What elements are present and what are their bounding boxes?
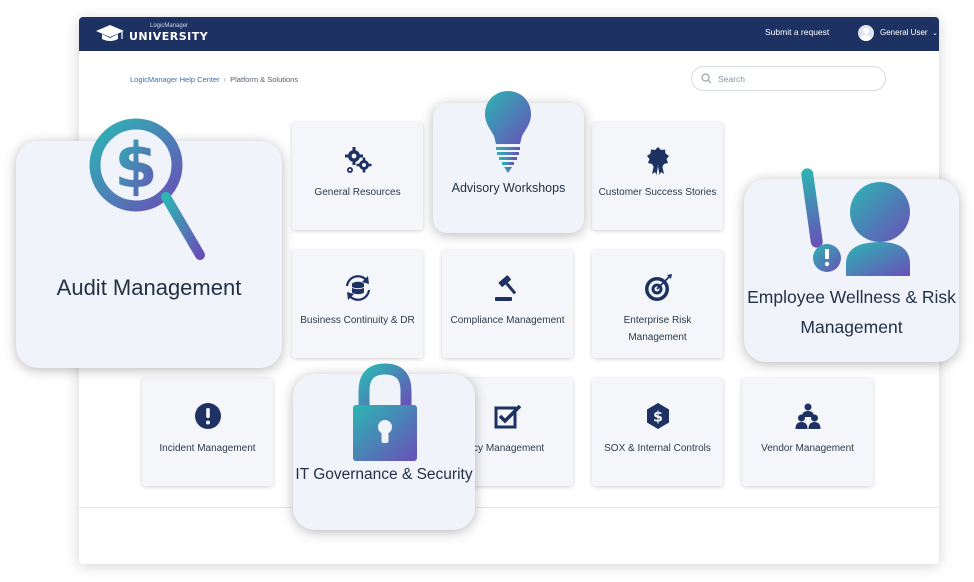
logo[interactable]: LogicManager UNIVERSITY xyxy=(95,22,209,46)
submit-request-link[interactable]: Submit a request xyxy=(765,27,829,37)
person-thermometer-icon xyxy=(801,168,910,276)
top-navigation-bar: LogicManager UNIVERSITY Submit a request… xyxy=(79,17,939,51)
lightbulb-icon xyxy=(485,91,531,173)
highlight-label: Advisory Workshops xyxy=(451,181,566,195)
svg-text:$: $ xyxy=(114,129,157,202)
logo-title-text: UNIVERSITY xyxy=(129,30,209,43)
tile-label: Incident Management xyxy=(159,443,256,454)
tile-compliance-management[interactable]: Compliance Management xyxy=(442,250,573,358)
padlock-icon xyxy=(353,363,417,461)
avatar-head xyxy=(863,28,869,34)
highlight-label: IT Governance & Security xyxy=(295,466,473,483)
tile-general-resources[interactable]: General Resources xyxy=(292,122,423,230)
highlight-label: Employee Wellness & Risk Management xyxy=(747,287,956,337)
highlight-label: Audit Management xyxy=(56,275,242,300)
checkbox-icon xyxy=(494,404,521,429)
footer-divider xyxy=(79,507,939,508)
people-group-icon xyxy=(795,403,820,429)
gears-icon xyxy=(344,147,371,173)
tile-enterprise-risk-management[interactable]: Enterprise Risk Management xyxy=(592,250,723,358)
target-icon xyxy=(644,274,672,301)
dollar-shield-icon: $ xyxy=(646,403,669,429)
exclamation-circle-icon xyxy=(194,403,221,429)
breadcrumb-separator: › xyxy=(223,75,227,84)
breadcrumb-home-link[interactable]: LogicManager Help Center xyxy=(130,75,220,84)
tile-label: Vendor Management xyxy=(761,443,854,454)
tile-label: Enterprise Risk Management xyxy=(623,315,692,343)
tile-label: General Resources xyxy=(314,187,401,198)
avatar-body xyxy=(860,35,872,41)
search-icon xyxy=(701,73,712,84)
breadcrumb-current: Platform & Solutions xyxy=(230,75,299,84)
svg-text:$: $ xyxy=(653,410,663,426)
tile-label: Customer Success Stories xyxy=(598,187,717,198)
user-menu-name[interactable]: General User xyxy=(880,28,928,37)
gavel-icon xyxy=(494,275,516,301)
search-box[interactable] xyxy=(691,66,886,91)
tile-label: SOX & Internal Controls xyxy=(604,443,711,454)
tile-vendor-management[interactable]: Vendor Management xyxy=(742,378,873,486)
search-input[interactable] xyxy=(718,71,878,86)
tile-sox-internal-controls[interactable]: $ SOX & Internal Controls xyxy=(592,378,723,486)
tile-customer-success-stories[interactable]: Customer Success Stories xyxy=(592,122,723,230)
tile-business-continuity[interactable]: Business Continuity & DR xyxy=(292,250,423,358)
tile-incident-management[interactable]: Incident Management xyxy=(142,378,273,486)
tile-label: Business Continuity & DR xyxy=(300,315,415,326)
breadcrumb: LogicManager Help Center › Platform & Solu… xyxy=(130,75,298,84)
logo-brand-text: LogicManager xyxy=(150,23,189,29)
chevron-down-icon[interactable]: ⌄ xyxy=(932,29,938,37)
graduation-cap-icon xyxy=(96,25,124,41)
tile-label: Compliance Management xyxy=(450,315,565,326)
avatar[interactable] xyxy=(858,25,874,41)
award-ribbon-icon xyxy=(646,147,669,175)
magnifier-dollar-icon: $ xyxy=(89,118,205,260)
sync-database-icon xyxy=(345,275,370,301)
